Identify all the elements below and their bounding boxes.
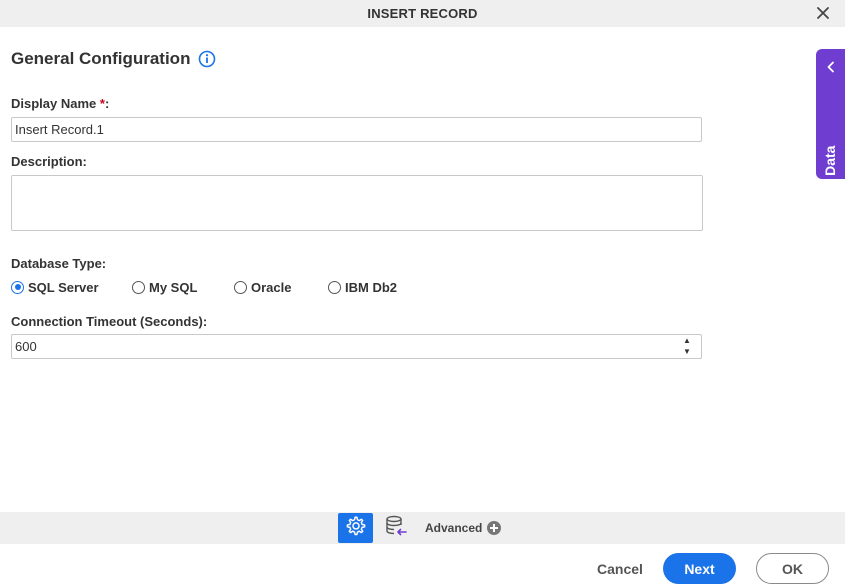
insert-record-dialog: INSERT RECORD General Configuration Disp… — [0, 0, 845, 586]
radio-button[interactable] — [234, 280, 247, 294]
advanced-toggle[interactable]: Advanced — [425, 521, 502, 535]
number-stepper[interactable]: ▲ ▼ — [682, 336, 692, 356]
database-tab-button[interactable] — [378, 513, 413, 543]
app-data-label: App Data — [822, 145, 838, 207]
section-title: General Configuration — [11, 49, 191, 68]
database-icon — [384, 514, 408, 543]
app-data-side-tab[interactable]: App Data — [816, 49, 845, 207]
next-button[interactable]: Next — [663, 553, 736, 584]
chevron-left-icon — [826, 60, 835, 78]
radio-label: IBM Db2 — [345, 279, 397, 295]
connection-timeout-input[interactable] — [11, 334, 702, 359]
database-type-radio-group: SQL Server My SQL Oracle IBM Db2 — [11, 279, 397, 295]
plus-circle-icon — [487, 521, 502, 535]
advanced-label: Advanced — [425, 521, 483, 535]
bottom-toolbar: Advanced — [0, 512, 845, 544]
radio-label: SQL Server — [28, 279, 99, 295]
connection-timeout-label: Connection Timeout (Seconds): — [11, 314, 208, 329]
radio-oracle[interactable]: Oracle — [234, 280, 328, 295]
settings-tab-button[interactable] — [338, 513, 373, 543]
close-icon[interactable] — [815, 5, 831, 21]
stepper-down-icon[interactable]: ▼ — [683, 347, 691, 356]
description-label: Description: — [11, 154, 87, 169]
info-icon[interactable] — [198, 50, 216, 68]
radio-sql-server[interactable]: SQL Server — [11, 280, 132, 295]
cancel-button[interactable]: Cancel — [590, 553, 650, 584]
description-textarea[interactable] — [11, 175, 703, 231]
display-name-label-text: Display Name — [11, 96, 97, 111]
database-type-label: Database Type: — [11, 256, 107, 271]
display-name-input[interactable] — [11, 117, 702, 142]
radio-label: Oracle — [251, 279, 292, 295]
display-name-label-colon: : — [104, 96, 110, 111]
display-name-label: Display Name *: — [11, 96, 109, 111]
ok-button[interactable]: OK — [756, 553, 829, 584]
radio-button[interactable] — [132, 280, 145, 294]
radio-label: My SQL — [149, 279, 198, 295]
dialog-titlebar: INSERT RECORD — [0, 0, 845, 27]
section-header: General Configuration — [11, 49, 216, 69]
dialog-title: INSERT RECORD — [367, 6, 478, 21]
connection-timeout-field: ▲ ▼ — [11, 334, 702, 359]
stepper-up-icon[interactable]: ▲ — [683, 336, 691, 345]
radio-button[interactable] — [328, 280, 341, 294]
radio-my-sql[interactable]: My SQL — [132, 280, 234, 295]
radio-button-selected[interactable] — [11, 280, 24, 294]
radio-ibm-db2[interactable]: IBM Db2 — [328, 280, 397, 295]
gear-icon — [345, 515, 367, 542]
